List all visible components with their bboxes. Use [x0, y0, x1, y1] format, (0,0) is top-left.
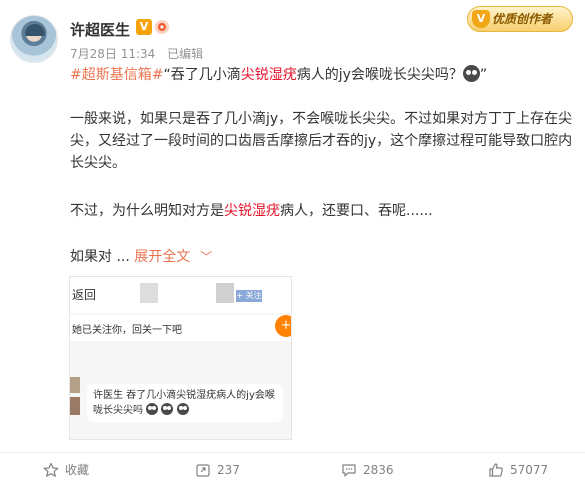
creator-badge[interactable]: V 优质创作者 — [467, 6, 573, 32]
p3-text-b: 病人，还要口、吞呢...... — [280, 203, 433, 219]
edited-label[interactable]: 已编辑 — [167, 47, 203, 61]
creator-badge-label: 优质创作者 — [492, 12, 553, 26]
author-name[interactable]: 许超医生 — [70, 19, 130, 40]
weibo-post-card: 许超医生 V 7月28日 11:34 已编辑 V 优质创作者 #超斯基信箱#“吞… — [0, 0, 585, 484]
repost-count: 237 — [217, 463, 240, 477]
expand-full-text-link[interactable]: 展开全文 — [134, 249, 190, 265]
repost-button[interactable]: 237 — [195, 462, 240, 478]
image-plus-icon: + — [275, 315, 291, 337]
p1-text-b: 病人的jy会喉咙长尖尖吗？ — [296, 67, 463, 83]
post-timestamp[interactable]: 7月28日 11:34 — [70, 47, 155, 61]
image-row-notice: 她已关注你，回关一下吧 — [70, 315, 291, 341]
p3-text-a: 不过，为什么明知对方是 — [70, 203, 224, 219]
avatar[interactable] — [10, 15, 58, 63]
post-paragraph-4: 如果对 ... 展开全文 ﹀ — [70, 246, 575, 268]
image-blur-block — [216, 283, 234, 303]
keyword-link-2[interactable]: 尖锐湿疣 — [224, 203, 280, 219]
comment-button[interactable]: 2836 — [341, 462, 394, 478]
comment-icon — [342, 464, 356, 477]
image-back-text: 返回 — [72, 288, 97, 302]
post-paragraph-1: #超斯基信箱#“吞了几小滴尖锐湿疣病人的jy会喉咙长尖尖吗？ ” — [70, 64, 575, 86]
image-blur-block — [140, 283, 158, 303]
post-paragraph-3: 不过，为什么明知对方是尖锐湿疣病人，还要口、吞呢...... — [70, 200, 575, 222]
comment-count: 2836 — [363, 463, 394, 477]
image-notice-text: 她已关注你，回关一下吧 — [72, 325, 182, 336]
image-avatar-fragment — [70, 377, 80, 393]
hashtag-link[interactable]: #超斯基信箱# — [70, 67, 163, 83]
p4-text-a: 如果对 ... — [70, 249, 135, 265]
keyword-link[interactable]: 尖锐湿疣 — [241, 67, 297, 83]
creator-shield-icon: V — [472, 10, 490, 28]
image-avatar-fragment — [70, 397, 80, 415]
favorite-label: 收藏 — [65, 463, 90, 477]
p1-text-c: ” — [479, 67, 488, 83]
emoji-icon — [146, 403, 159, 415]
like-button[interactable]: 57077 — [488, 462, 548, 478]
action-divider — [0, 452, 585, 453]
emoji-icon — [161, 403, 174, 415]
image-follow-tag: + 关注 — [236, 290, 262, 302]
image-chat-bubble: 许医生 吞了几小滴尖锐湿疣病人的jy会喉咙长尖尖吗 — [87, 384, 283, 422]
p1-text-a: “吞了几小滴 — [163, 67, 241, 83]
emoji-icon — [176, 403, 189, 415]
image-row-header: 返回 + 关注 — [70, 277, 291, 313]
repost-icon — [196, 464, 210, 477]
post-meta: 7月28日 11:34 已编辑 — [70, 45, 203, 62]
level-icon — [155, 20, 169, 34]
post-image[interactable]: 返回 + 关注 她已关注你，回关一下吧 + 许医生 吞了几小滴尖锐湿疣病人的jy… — [69, 276, 292, 440]
emoji-icon — [462, 65, 480, 82]
thumbs-up-icon — [489, 463, 503, 477]
post-paragraph-2: 一般来说，如果只是吞了几小滴jy，不会喉咙长尖尖。不过如果对方丁丁上存在尖尖，又… — [70, 111, 573, 171]
favorite-button[interactable]: 收藏 — [43, 462, 89, 478]
chevron-down-icon[interactable]: ﹀ — [200, 246, 212, 268]
verified-icon: V — [136, 19, 152, 35]
star-icon — [43, 462, 59, 477]
like-count: 57077 — [510, 463, 549, 477]
